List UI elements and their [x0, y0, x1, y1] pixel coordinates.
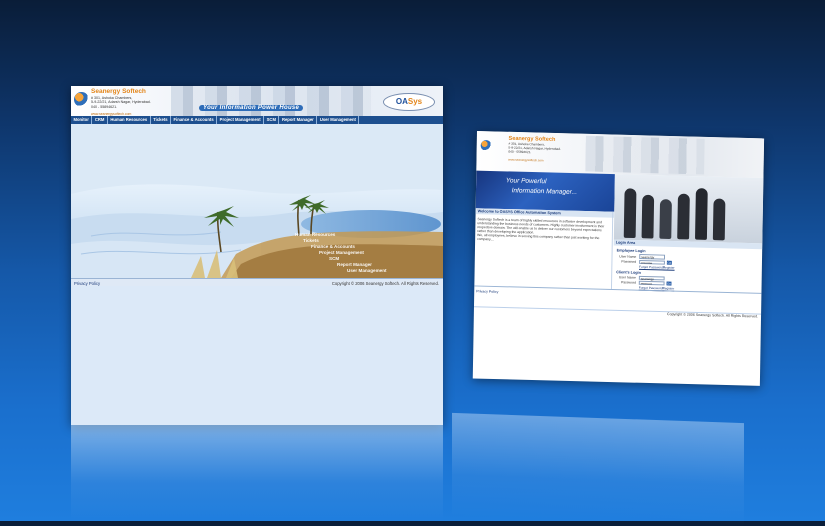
person-figure — [659, 199, 672, 240]
employee-password-label: Password — [621, 259, 637, 264]
desert-oasis-hero-image: Human Resources Tickets Finance & Accoun… — [71, 124, 443, 278]
svg-text:Human Resources: Human Resources — [295, 232, 336, 237]
client-password-input[interactable]: •••••••••• — [638, 280, 665, 286]
employee-go-button[interactable]: Go — [666, 260, 672, 265]
employee-login-title: Employee Login — [616, 248, 646, 254]
nav-item-finance-accounts[interactable]: Finance & Accounts — [171, 116, 218, 124]
client-username-label: User Name — [618, 275, 636, 280]
client-login-title: Client's Login — [616, 270, 641, 275]
svg-text:Project Management: Project Management — [319, 250, 364, 255]
nav-item-project-management[interactable]: Project Management — [217, 116, 265, 124]
client-password-label: Password — [621, 280, 636, 285]
dashboard-screenshot: Seanergy Softech # 301, Ashoka Chambers,… — [71, 86, 443, 425]
login-area-title: Login Area — [615, 240, 636, 246]
employee-forgot-password-link[interactable]: Forgot Password? — [639, 265, 665, 270]
banner-line-2: Information Manager... — [511, 187, 578, 196]
header-photo-strip — [171, 86, 371, 116]
person-figure — [695, 188, 708, 240]
nav-item-user-management[interactable]: User Management — [317, 116, 360, 124]
main-navigation: Monitor CRM Human Resources Tickets Fina… — [71, 116, 443, 124]
desert-oasis-illustration: Human Resources Tickets Finance & Accoun… — [71, 124, 443, 278]
business-team-photo — [613, 174, 764, 244]
site-header: Seanergy Softech # 301, Ashoka Chambers,… — [71, 86, 443, 116]
header-tagline: Your Information Power House — [199, 105, 304, 111]
copyright-text: Copyright © 2006 Seanergy Softech. All R… — [331, 280, 439, 286]
privacy-policy-link[interactable]: Privacy Policy — [476, 289, 498, 294]
company-name: Seanergy Softech — [91, 88, 146, 95]
svg-text:Tickets: Tickets — [303, 238, 319, 243]
login-page-screenshot: Seanergy Softech # 301, Ashoka Chambers,… — [472, 131, 765, 386]
left-screenshot-reflection — [71, 425, 443, 521]
company-logo-icon — [74, 92, 89, 107]
company-address: # 301, Ashoka Chambers, 5-9-22/21, Adars… — [508, 141, 561, 155]
nav-item-monitor[interactable]: Monitor — [71, 116, 93, 124]
client-go-button[interactable]: Go — [666, 281, 672, 286]
welcome-title: Welcome to OASYS Office Automation Syste… — [477, 209, 561, 216]
nav-item-tickets[interactable]: Tickets — [151, 116, 172, 124]
person-figure — [641, 194, 655, 239]
header-photo-strip — [585, 135, 705, 175]
company-logo-icon — [480, 140, 492, 152]
svg-text:User Management: User Management — [347, 268, 387, 273]
column-divider — [610, 211, 614, 289]
presentation-stage: Seanergy Softech # 301, Ashoka Chambers,… — [0, 0, 825, 526]
person-figure — [677, 193, 690, 240]
hero-banner: Your Powerful Information Manager... — [475, 170, 615, 212]
nav-item-report-manager[interactable]: Report Manager — [279, 116, 318, 124]
company-website-link[interactable]: www.seanergysoftech.com — [508, 158, 543, 163]
svg-text:Finance & Accounts: Finance & Accounts — [311, 244, 355, 249]
right-screenshot-reflection — [452, 412, 744, 526]
banner-line-1: Your Powerful — [505, 177, 547, 186]
nav-item-human-resources[interactable]: Human Resources — [108, 116, 151, 124]
employee-username-label: User Name — [619, 254, 637, 259]
company-address: # 301, Ashoka Chambers, 5-9-22/21, Adars… — [91, 96, 151, 109]
employee-password-input[interactable]: •••••••••• — [639, 259, 665, 265]
nav-item-crm[interactable]: CRM — [92, 116, 108, 124]
svg-text:Report Manager: Report Manager — [337, 262, 372, 267]
nav-item-scm[interactable]: SCM — [264, 116, 280, 124]
privacy-policy-link[interactable]: Privacy Policy — [74, 281, 100, 286]
person-figure — [623, 188, 637, 239]
employee-register-link[interactable]: Register — [663, 266, 675, 270]
svg-text:SCM: SCM — [329, 256, 339, 261]
login-footer-rule — [474, 285, 762, 298]
employee-username-input[interactable]: seanergy — [639, 254, 666, 259]
oasys-logo: OASys — [383, 93, 435, 111]
page-body-blank — [71, 286, 443, 425]
person-figure — [712, 198, 726, 241]
